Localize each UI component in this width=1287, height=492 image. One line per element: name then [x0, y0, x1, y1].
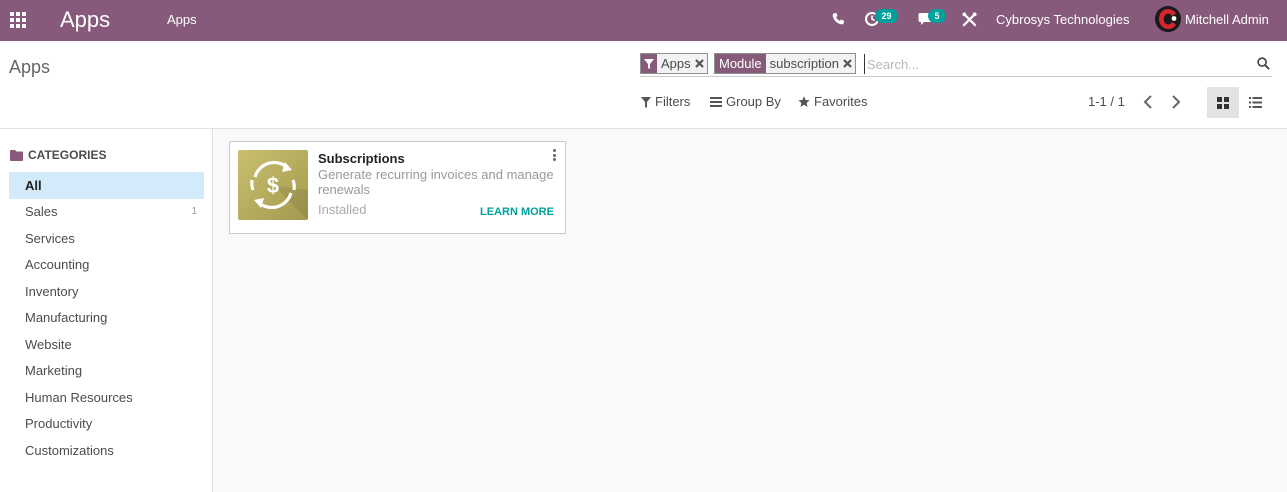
- filter-icon: [641, 54, 657, 73]
- app-brand[interactable]: Apps: [60, 6, 110, 34]
- sidebar-item-count: 1: [191, 206, 197, 217]
- kanban-view-button[interactable]: [1207, 87, 1239, 118]
- user-menu[interactable]: Mitchell Admin: [1185, 12, 1269, 28]
- favorites-button[interactable]: Favorites: [798, 94, 867, 110]
- chat-count-badge: 5: [928, 9, 946, 23]
- filters-button[interactable]: Filters: [641, 94, 690, 110]
- sidebar-item-label: Productivity: [25, 416, 93, 431]
- sidebar-item-label: Services: [25, 230, 75, 246]
- list-view-button[interactable]: [1240, 87, 1270, 118]
- sidebar-item-customizations[interactable]: Customizations: [9, 438, 204, 465]
- categories-sidebar: CATEGORIES All Sales 1 Services Accountin…: [0, 129, 213, 492]
- sidebar-item-sales[interactable]: Sales 1: [9, 199, 204, 226]
- kanban-view-icon: [1217, 96, 1229, 109]
- group-by-button[interactable]: Group By: [710, 94, 781, 110]
- folder-icon: [10, 149, 23, 161]
- categories-title: CATEGORIES: [28, 148, 107, 162]
- subscription-dollar-cycle-icon: $: [238, 150, 308, 220]
- chevron-right-icon[interactable]: [1170, 95, 1182, 109]
- sidebar-item-label: All: [25, 178, 42, 193]
- sidebar-item-label: Customizations: [25, 442, 114, 458]
- search-bar: Apps Module subscription: [640, 52, 1272, 77]
- sidebar-item-label: Manufacturing: [25, 310, 108, 325]
- sidebar-item-manufacturing[interactable]: Manufacturing: [9, 305, 204, 332]
- learn-more-button[interactable]: LEARN MORE: [480, 205, 554, 219]
- facet-value: subscription: [765, 54, 844, 73]
- facet-value: Apps: [657, 54, 695, 73]
- sidebar-item-label: Marketing: [25, 363, 83, 378]
- list-view-icon: [1248, 97, 1262, 108]
- app-card-title: Subscriptions: [318, 151, 405, 166]
- group-by-label: Group By: [726, 94, 781, 109]
- sidebar-item-label: Human Resources: [25, 389, 133, 405]
- kanban-content: $ Subscriptions Generate recurring invoi…: [213, 129, 1287, 492]
- phone-icon[interactable]: [831, 12, 845, 26]
- star-icon: [798, 96, 810, 107]
- debug-tools-icon[interactable]: [962, 12, 977, 27]
- card-menu-icon[interactable]: [553, 149, 557, 161]
- filters-label: Filters: [655, 94, 691, 109]
- control-panel: Apps Apps Module subscription Filters: [0, 41, 1287, 129]
- svg-text:$: $: [267, 173, 279, 198]
- categories-header: CATEGORIES: [10, 148, 106, 162]
- bars-icon: [710, 97, 722, 107]
- favorites-label: Favorites: [814, 94, 868, 109]
- app-card-status: Installed: [318, 202, 367, 217]
- search-facet-module[interactable]: Module subscription: [714, 53, 857, 74]
- pager-value[interactable]: 1-1 / 1: [1088, 94, 1125, 110]
- company-switcher[interactable]: Cybrosys Technologies: [996, 12, 1129, 28]
- remove-facet-icon[interactable]: [843, 54, 856, 73]
- sidebar-item-marketing[interactable]: Marketing: [9, 358, 204, 385]
- sidebar-item-services[interactable]: Services: [9, 226, 204, 253]
- sidebar-item-productivity[interactable]: Productivity: [9, 411, 204, 438]
- search-facet-apps[interactable]: Apps: [640, 53, 708, 74]
- remove-facet-icon[interactable]: [694, 54, 707, 73]
- app-card[interactable]: $ Subscriptions Generate recurring invoi…: [229, 141, 566, 234]
- sidebar-item-website[interactable]: Website: [9, 332, 204, 359]
- search-icon[interactable]: [1257, 57, 1270, 70]
- user-avatar[interactable]: [1155, 6, 1181, 32]
- filter-icon: [641, 96, 651, 108]
- categories-list: All Sales 1 Services Accounting Inventory…: [9, 172, 204, 464]
- app-card-description: Generate recurring invoices and manage r…: [318, 167, 554, 197]
- sidebar-item-label: Sales: [25, 204, 58, 219]
- sidebar-item-label: Accounting: [25, 257, 90, 272]
- sidebar-item-label: Inventory: [25, 283, 79, 299]
- search-input[interactable]: [864, 54, 1244, 74]
- sidebar-item-label: Website: [25, 336, 72, 352]
- top-navbar: Apps Apps 29 5 Cybrosys Technologies Mit…: [0, 0, 1287, 41]
- sidebar-item-all[interactable]: All: [9, 172, 204, 199]
- chevron-left-icon[interactable]: [1142, 95, 1154, 109]
- sidebar-item-accounting[interactable]: Accounting: [9, 252, 204, 279]
- sidebar-item-inventory[interactable]: Inventory: [9, 279, 204, 306]
- menu-item-apps[interactable]: Apps: [167, 12, 197, 28]
- page-title: Apps: [9, 57, 51, 77]
- activity-count-badge: 29: [875, 9, 898, 23]
- apps-grid-icon[interactable]: [9, 11, 27, 29]
- facet-label: Module: [715, 54, 766, 73]
- sidebar-item-human-resources[interactable]: Human Resources: [9, 385, 204, 412]
